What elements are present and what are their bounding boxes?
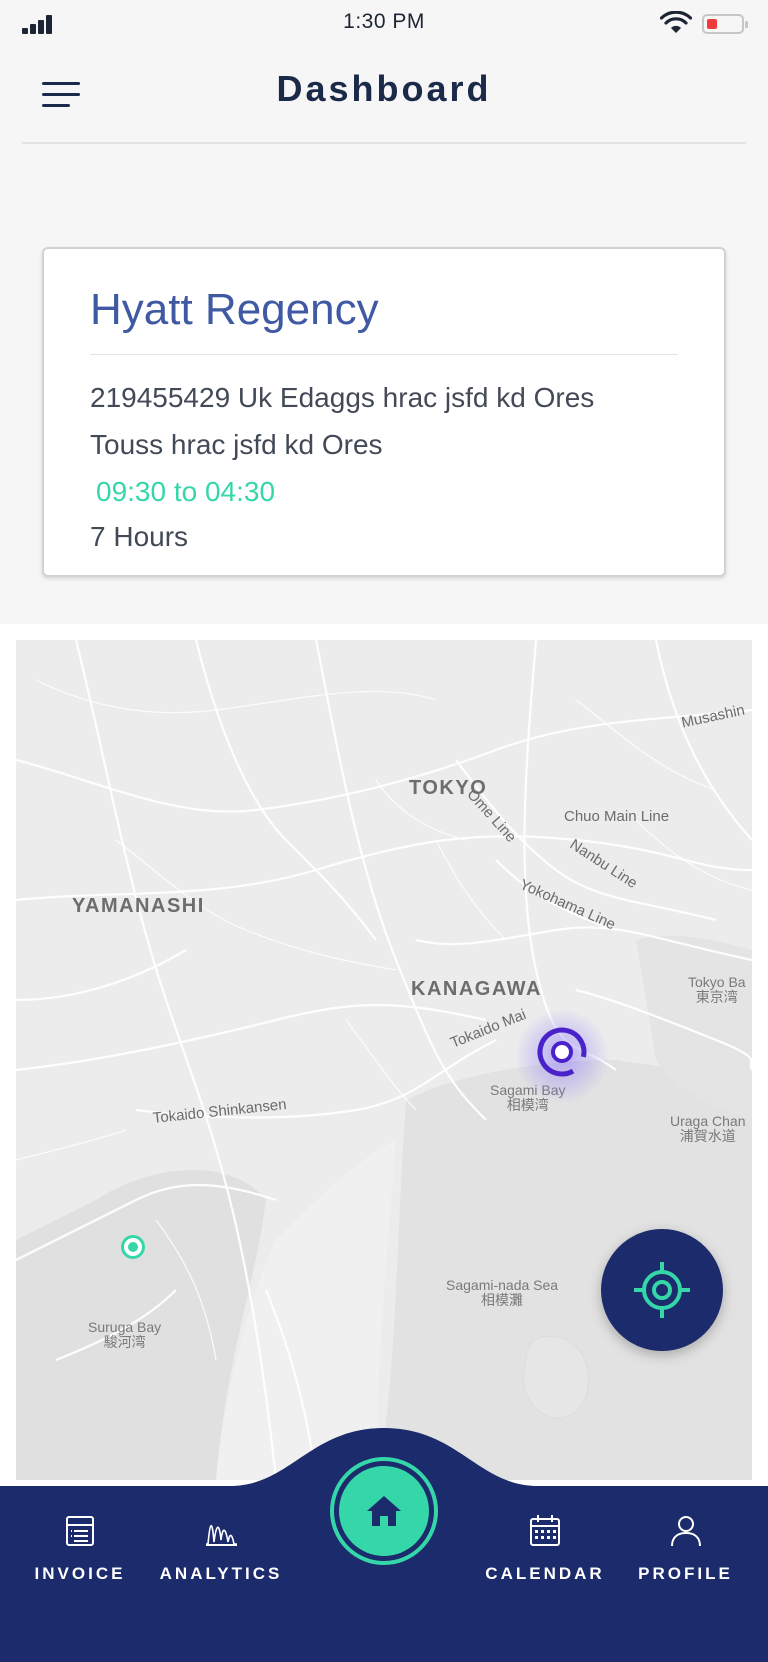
map-label-kanagawa: KANAGAWA xyxy=(411,978,542,1000)
status-time: 1:30 PM xyxy=(343,10,425,33)
analytics-icon xyxy=(206,1524,237,1546)
booking-card[interactable]: Hyatt Regency 219455429 Uk Edaggs hrac j… xyxy=(42,247,726,577)
map-label-sagami-nada: Sagami-nada Sea 相模灘 xyxy=(446,1277,559,1308)
app-header: Dashboard xyxy=(0,46,768,146)
map-label-tokyo-bay: Tokyo Ba 東京湾 xyxy=(688,974,746,1005)
calendar-icon xyxy=(530,1515,560,1546)
status-bar: 1:30 PM xyxy=(0,0,768,46)
nav-item-analytics[interactable]: ANALYTICS xyxy=(156,1512,286,1602)
map-label-chuo-line: Chuo Main Line xyxy=(564,808,670,825)
nav-item-calendar[interactable]: CALENDAR xyxy=(480,1512,610,1602)
address-line-2: Touss hrac jsfd kd Ores xyxy=(90,429,383,460)
nav-item-invoice[interactable]: INVOICE xyxy=(20,1512,140,1602)
header-divider xyxy=(22,142,746,144)
crosshair-icon xyxy=(634,1262,690,1318)
page-title: Dashboard xyxy=(276,68,492,109)
map-roads xyxy=(16,640,752,1480)
battery-icon xyxy=(702,14,748,34)
card-divider xyxy=(90,354,678,355)
nav-label-invoice: INVOICE xyxy=(34,1564,126,1583)
map-label-uraga-channel: Uraga Chan 浦賀水道 xyxy=(670,1113,746,1144)
destination-marker[interactable] xyxy=(121,1235,145,1259)
map-label-suruga-bay: Suruga Bay 駿河湾 xyxy=(88,1319,162,1350)
card-title: Hyatt Regency xyxy=(90,285,379,334)
map-view[interactable]: TOKYO YAMANASHI KANAGAWA Musashin Ome Li… xyxy=(16,640,752,1480)
location-pin-icon[interactable] xyxy=(534,1024,590,1080)
locate-me-button[interactable] xyxy=(601,1229,723,1351)
address-line-1: 219455429 Uk Edaggs hrac jsfd kd Ores xyxy=(90,382,595,413)
duration: 7 Hours xyxy=(90,521,189,552)
wifi-icon xyxy=(660,11,692,33)
home-icon xyxy=(330,1457,438,1565)
nav-label-analytics: ANALYTICS xyxy=(159,1564,283,1583)
home-button[interactable] xyxy=(329,1456,439,1566)
time-range: 09:30 to 04:30 xyxy=(96,476,276,507)
nav-label-calendar: CALENDAR xyxy=(485,1564,605,1583)
nav-label-profile: PROFILE xyxy=(638,1564,733,1583)
nav-item-profile[interactable]: PROFILE xyxy=(628,1512,743,1602)
profile-icon xyxy=(670,1516,701,1547)
battery-level xyxy=(707,19,717,29)
map-label-yamanashi: YAMANASHI xyxy=(72,895,205,917)
invoice-icon xyxy=(66,1516,94,1546)
